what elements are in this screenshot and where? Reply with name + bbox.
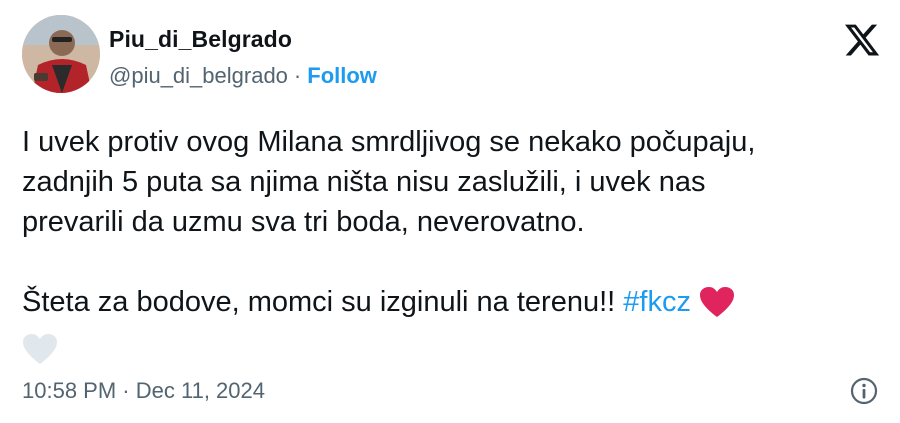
info-icon[interactable] [849, 376, 879, 406]
tweet-timestamp[interactable]: 10:58 PM · Dec 11, 2024 [22, 378, 265, 404]
timestamp-separator: · [122, 378, 130, 403]
author-display-name[interactable]: Piu_di_Belgrado [109, 26, 292, 53]
tweet-date: Dec 11, 2024 [135, 378, 265, 403]
tweet-line: Šteta za bodove, momci su izginuli na te… [22, 282, 882, 329]
x-logo-icon[interactable] [843, 21, 881, 59]
hashtag-link[interactable]: #fkcz [623, 286, 691, 318]
tweet-card: Piu_di_Belgrado @piu_di_belgrado · Follow … [0, 0, 900, 423]
tweet-line: prevarili da uzmu sva tri boda, neverova… [22, 206, 585, 238]
red-heart-icon [699, 286, 735, 329]
tweet-text: I uvek protiv ovog Milana smrdljivog se … [22, 122, 882, 376]
tweet-line-text: Šteta za bodove, momci su izginuli na te… [22, 286, 616, 318]
white-heart-icon [22, 333, 58, 376]
avatar[interactable] [22, 15, 100, 93]
handle-separator: · [293, 63, 302, 88]
tweet-line [22, 329, 882, 376]
follow-button[interactable]: Follow [307, 63, 377, 88]
tweet-time: 10:58 PM [22, 378, 117, 403]
author-handle-row: @piu_di_belgrado · Follow [109, 63, 377, 89]
author-handle[interactable]: @piu_di_belgrado [109, 63, 288, 88]
tweet-line: I uvek protiv ovog Milana smrdljivog se … [22, 126, 756, 158]
tweet-line: zadnjih 5 puta sa njima ništa nisu zaslu… [22, 166, 706, 198]
